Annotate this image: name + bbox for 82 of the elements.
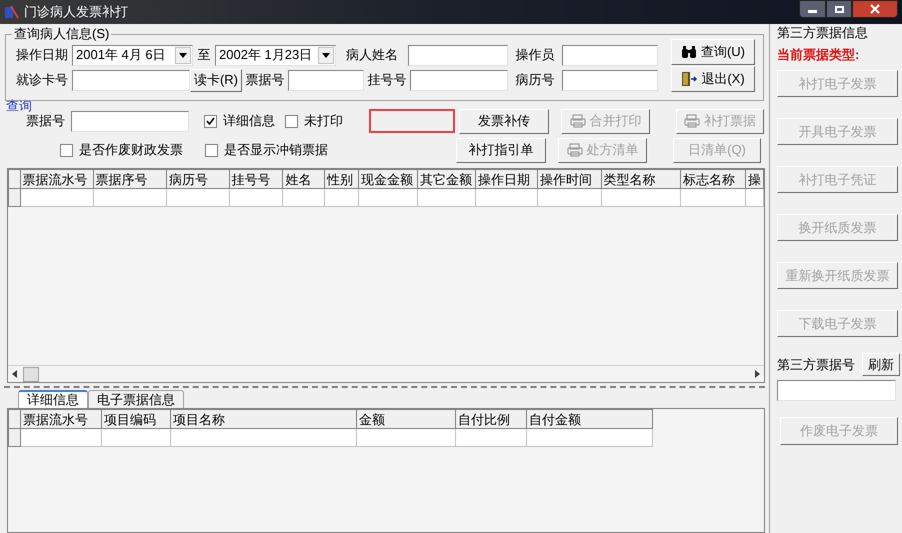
column-header: 挂号号	[229, 170, 283, 188]
table-cell	[680, 188, 746, 206]
column-header: 病历号	[166, 170, 230, 188]
column-header: 类型名称	[601, 170, 681, 188]
table-cell	[166, 188, 230, 206]
table-cell	[537, 188, 602, 206]
ticket-type-label: 当前票据类型:	[777, 47, 860, 63]
column-header: 金额	[356, 410, 456, 428]
column-header: 操作时间	[537, 170, 602, 188]
column-header: 其它金额	[418, 170, 476, 188]
column-header: 票据序号	[93, 170, 167, 188]
close-icon[interactable]	[852, 0, 898, 18]
minimize-icon[interactable]	[799, 0, 826, 18]
scroll-left-icon[interactable]	[12, 370, 17, 378]
date-picker[interactable]: 2001年 4月 6日	[72, 44, 193, 66]
checkbox[interactable]	[60, 144, 73, 156]
tab[interactable]: 详细信息	[18, 390, 88, 408]
table-cell	[324, 188, 359, 206]
field-label: 至	[196, 46, 212, 64]
action-button[interactable]: 补打指引单	[456, 138, 546, 162]
table-cell	[418, 188, 476, 206]
scroll-thumb[interactable]	[23, 366, 39, 382]
checkbox-label: 详细信息	[223, 112, 275, 130]
input-field[interactable]	[408, 44, 508, 66]
checkbox-label: 是否作废财政发票	[79, 141, 183, 160]
checkbox[interactable]	[204, 114, 217, 128]
field-label: 票据号	[244, 71, 286, 90]
input-field[interactable]	[72, 70, 190, 90]
window-title: 门诊病人发票补打	[24, 3, 128, 22]
column-header: 标志名称	[680, 170, 746, 188]
input-field[interactable]	[410, 70, 508, 90]
scroll-right-icon[interactable]	[755, 370, 760, 378]
action-button[interactable]: 查询(U)	[671, 39, 755, 65]
table-cell	[282, 188, 325, 206]
date-picker[interactable]: 2002年 1月23日	[215, 44, 336, 66]
panel-title: 第三方票据信息	[777, 25, 869, 41]
input-field[interactable]	[288, 70, 364, 90]
action-button[interactable]: 退出(X)	[671, 66, 755, 92]
checkmark-icon	[206, 116, 215, 126]
column-header: 性别	[324, 170, 359, 188]
table-cell	[358, 188, 418, 206]
action-button[interactable]: 发票补传	[459, 108, 549, 134]
checkbox-label: 未打印	[304, 112, 343, 130]
input-field[interactable]	[71, 110, 189, 132]
table-cell	[476, 188, 538, 206]
field-label: 操作员	[514, 46, 556, 64]
column-header: 操作日期	[476, 170, 538, 188]
column-header: 现金金额	[358, 170, 418, 188]
field-label: 病人姓名	[345, 46, 399, 64]
table-cell	[745, 188, 764, 206]
input-field[interactable]	[777, 380, 896, 401]
column-header: 自付比例	[456, 410, 526, 428]
field-label: 票据号	[26, 112, 66, 130]
column-header: 项目编码	[102, 410, 170, 428]
column-header: 操	[745, 170, 764, 188]
app-icon	[4, 4, 20, 20]
field-label: 第三方票据号	[777, 356, 855, 374]
column-header: 票据流水号	[20, 410, 102, 428]
checkbox[interactable]	[285, 114, 298, 128]
field-label: 病历号	[514, 71, 556, 90]
table-cell	[102, 428, 170, 446]
column-header: 自付金额	[526, 410, 652, 428]
column-header: 票据流水号	[20, 170, 94, 188]
input-field[interactable]	[562, 44, 658, 66]
field-label: 就诊卡号	[15, 71, 69, 90]
maximize-icon[interactable]	[826, 0, 852, 18]
action-button[interactable]: 刷新	[862, 353, 900, 376]
table-cell	[229, 188, 283, 206]
binoculars-icon	[680, 46, 697, 58]
tab[interactable]: 电子票据信息	[88, 390, 184, 408]
input-field[interactable]	[562, 70, 658, 90]
field-label: 挂号号	[366, 71, 408, 90]
horizontal-scrollbar[interactable]	[8, 365, 764, 382]
door-icon	[681, 72, 698, 86]
checkbox-label: 是否显示冲销票据	[224, 141, 328, 160]
group-title: 查询病人信息(S)	[12, 26, 112, 42]
field-label: 操作日期	[15, 46, 69, 64]
table-cell	[456, 428, 526, 446]
column-header: 项目名称	[170, 410, 356, 428]
column-header: 姓名	[282, 170, 325, 188]
action-button[interactable]: 读卡(R)	[190, 68, 242, 92]
checkbox[interactable]	[205, 144, 218, 156]
